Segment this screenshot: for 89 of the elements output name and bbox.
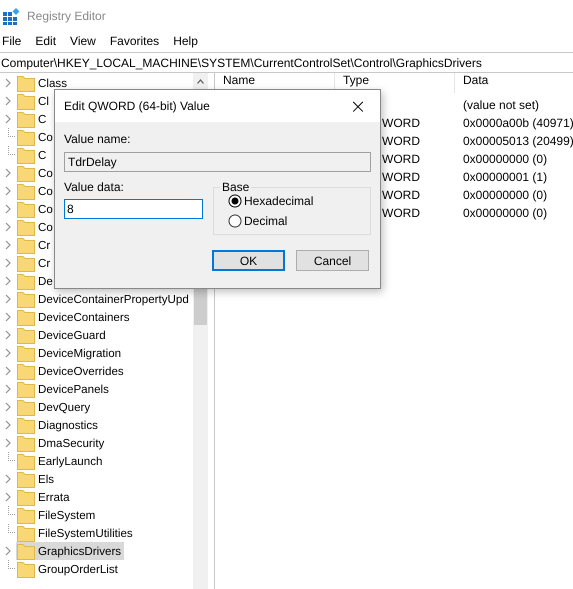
- dialog-button[interactable]: OK: [212, 250, 285, 271]
- table-cell: 0x00000001 (1): [463, 170, 548, 184]
- close-button[interactable]: ×: [336, 90, 380, 122]
- folder-icon: [17, 290, 35, 308]
- tree-item[interactable]: Co: [16, 128, 54, 146]
- table-cell: 0x00005013 (20499): [463, 134, 573, 148]
- tree-item[interactable]: FileSystem: [16, 506, 96, 524]
- table-cell: WORD: [382, 188, 420, 202]
- tree-item[interactable]: DevQuery: [16, 398, 92, 416]
- scrollbar-thumb[interactable]: [194, 289, 207, 325]
- tree-item[interactable]: GroupOrderList: [16, 560, 119, 578]
- folder-icon: [17, 218, 35, 236]
- base-label: Base: [221, 180, 250, 194]
- dialog-title: Edit QWORD (64-bit) Value: [64, 99, 210, 113]
- tree-item[interactable]: Errata: [16, 488, 71, 506]
- value-name-field[interactable]: TdrDelay: [64, 152, 371, 172]
- tree-item[interactable]: Co: [16, 218, 54, 236]
- tree-item[interactable]: Diagnostics: [16, 416, 99, 434]
- folder-icon: [17, 506, 35, 524]
- menu-item[interactable]: Edit: [35, 34, 64, 48]
- tree-item[interactable]: FileSystemUtilities: [16, 524, 134, 542]
- tree-item[interactable]: DevicePanels: [16, 380, 110, 398]
- column-header[interactable]: Data: [455, 73, 573, 93]
- folder-icon: [17, 254, 35, 272]
- table-cell: 0x0000a00b (40971): [463, 116, 573, 130]
- value-data-field[interactable]: 8: [64, 199, 203, 219]
- radio-button[interactable]: Decimal: [228, 214, 370, 228]
- tree-item[interactable]: DeviceOverrides: [16, 362, 125, 380]
- folder-icon: [17, 236, 35, 254]
- folder-icon: [17, 200, 35, 218]
- folder-icon: [17, 74, 35, 92]
- folder-icon: [17, 326, 35, 344]
- folder-icon: [17, 92, 35, 110]
- dialog-button[interactable]: Cancel: [296, 250, 369, 271]
- tree-item[interactable]: De: [16, 272, 54, 290]
- tree-item[interactable]: DeviceContainerPropertyUpd: [16, 290, 190, 308]
- table-cell: WORD: [382, 152, 420, 166]
- folder-icon: [17, 362, 35, 380]
- app-icon: [3, 8, 20, 24]
- table-cell: WORD: [382, 206, 420, 220]
- folder-icon: [17, 380, 35, 398]
- tree-item[interactable]: Co: [16, 164, 54, 182]
- folder-icon: [17, 110, 35, 128]
- value-name-label: Value name:: [64, 132, 130, 146]
- tree-item[interactable]: Cl: [16, 92, 50, 110]
- table-cell: 0x00000000 (0): [463, 152, 548, 166]
- tree-item[interactable]: Co: [16, 200, 54, 218]
- menu-item[interactable]: Help: [173, 34, 205, 48]
- table-cell: 0x00000000 (0): [463, 206, 548, 220]
- folder-icon: [17, 434, 35, 452]
- address-bar[interactable]: Computer\HKEY_LOCAL_MACHINE\SYSTEM\CurrentControlSet\Control\GraphicsDrivers: [0, 52, 573, 73]
- folder-icon: [17, 398, 35, 416]
- tree-item[interactable]: C: [16, 110, 48, 128]
- tree-item[interactable]: DeviceMigration: [16, 344, 122, 362]
- folder-icon: [17, 128, 35, 146]
- tree-item[interactable]: GraphicsDrivers: [16, 542, 124, 560]
- tree-item[interactable]: EarlyLaunch: [16, 452, 104, 470]
- tree-item[interactable]: Cr: [16, 236, 52, 254]
- table-cell: WORD: [382, 170, 420, 184]
- folder-icon: [17, 488, 35, 506]
- tree-item[interactable]: Class: [16, 74, 68, 92]
- folder-icon: [17, 452, 35, 470]
- tree-item[interactable]: DeviceGuard: [16, 326, 107, 344]
- table-cell: (value not set): [463, 98, 540, 112]
- tree-item[interactable]: DmaSecurity: [16, 434, 106, 452]
- window-title: Registry Editor: [27, 9, 106, 23]
- value-data-label: Value data:: [64, 180, 124, 194]
- tree-item[interactable]: Cr: [16, 254, 52, 272]
- folder-icon: [17, 470, 35, 488]
- folder-icon: [17, 542, 35, 560]
- tree-item[interactable]: Els: [16, 470, 56, 488]
- folder-icon: [17, 416, 35, 434]
- menu-item[interactable]: View: [70, 34, 103, 48]
- folder-icon: [17, 182, 35, 200]
- table-cell: WORD: [382, 116, 420, 130]
- tree-item[interactable]: Co: [16, 182, 54, 200]
- radio-button[interactable]: Hexadecimal: [228, 194, 370, 208]
- folder-icon: [17, 164, 35, 182]
- folder-icon: [17, 308, 35, 326]
- tree-item[interactable]: DeviceContainers: [16, 308, 131, 326]
- table-cell: WORD: [382, 134, 420, 148]
- menu-item[interactable]: File: [2, 34, 28, 48]
- menu-item[interactable]: Favorites: [110, 34, 166, 48]
- folder-icon: [17, 272, 35, 290]
- table-cell: 0x00000000 (0): [463, 188, 548, 202]
- scroll-up-icon: [197, 79, 204, 84]
- tree-item[interactable]: C: [16, 146, 48, 164]
- folder-icon: [17, 344, 35, 362]
- folder-icon: [17, 146, 35, 164]
